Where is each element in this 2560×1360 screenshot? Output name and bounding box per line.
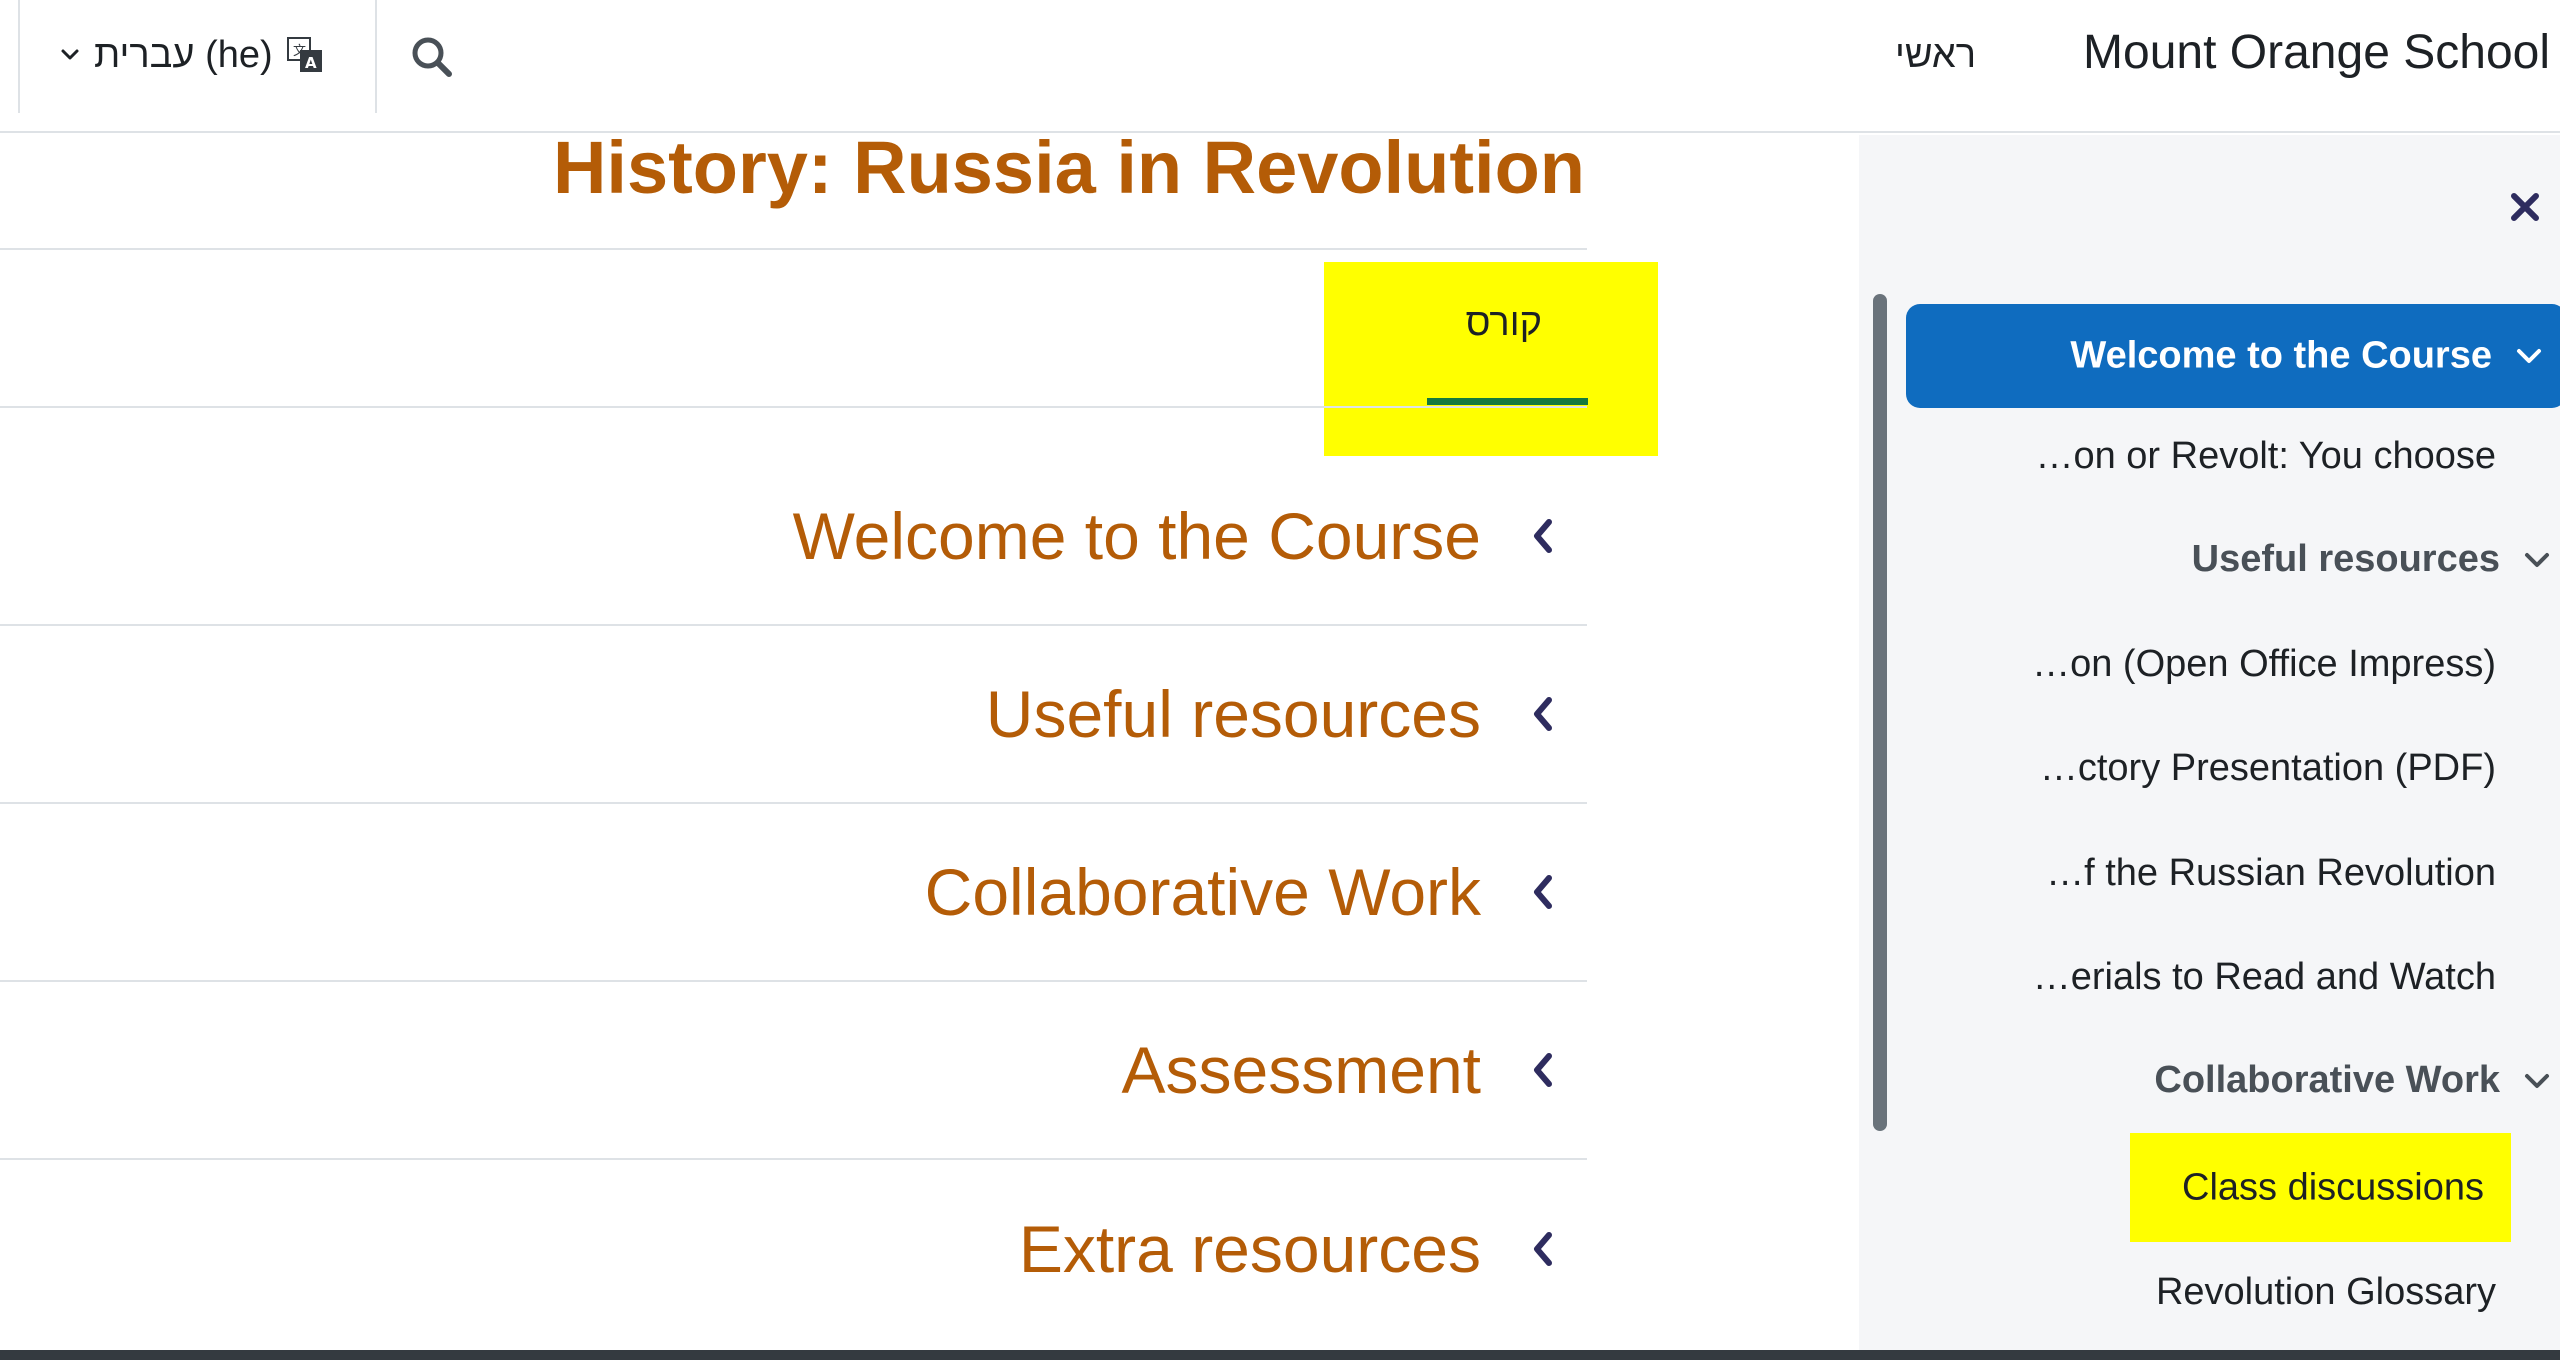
section-label: Collaborative Work (2154, 1059, 2500, 1101)
course-section[interactable]: Extra resources (0, 1160, 1587, 1338)
item-label: Class discussions (2182, 1166, 2484, 1208)
site-name[interactable]: Mount Orange School (2083, 25, 2550, 80)
course-index-item[interactable]: …ctory Presentation (PDF) (2040, 747, 2496, 790)
course-section[interactable]: Useful resources (0, 626, 1587, 804)
language-menu[interactable]: עברית (he) 文 A (58, 30, 325, 80)
page-title: History: Russia in Revolution (552, 126, 1585, 209)
chevron-left-icon[interactable] (1525, 870, 1561, 914)
course-section[interactable]: Welcome to the Course (0, 448, 1587, 626)
course-index-item-highlighted[interactable]: Class discussions (2130, 1133, 2511, 1242)
course-index-section[interactable]: Collaborative Work (2154, 1059, 2560, 1102)
course-section[interactable]: Collaborative Work (0, 804, 1587, 982)
section-title[interactable]: Collaborative Work (925, 854, 1481, 930)
section-title[interactable]: Extra resources (1019, 1211, 1481, 1287)
language-label: עברית (he) (94, 33, 273, 76)
navbar-divider (375, 0, 377, 113)
course-index-section-active[interactable]: Welcome to the Course (1906, 304, 2560, 408)
course-index-item[interactable]: …on or Revolt: You choose (2035, 435, 2496, 478)
section-label: Useful resources (2191, 538, 2500, 580)
svg-text:A: A (305, 54, 317, 72)
course-index-section[interactable]: Useful resources (2192, 538, 2560, 581)
course-index-drawer: Welcome to the Course …on or Revolt: You… (1859, 135, 2560, 1350)
search-icon[interactable] (405, 30, 461, 86)
chevron-down-icon[interactable] (2522, 548, 2552, 572)
chevron-left-icon[interactable] (1525, 1227, 1561, 1271)
chevron-left-icon[interactable] (1525, 692, 1561, 736)
chevron-down-icon[interactable] (2522, 1069, 2552, 1093)
course-index-item[interactable]: …erials to Read and Watch (2033, 956, 2496, 999)
scrollbar[interactable] (1873, 294, 1887, 1131)
divider (0, 248, 1587, 250)
active-tab-indicator (1427, 398, 1588, 405)
section-label: Welcome to the Course (2070, 334, 2492, 377)
course-index-item[interactable]: Revolution Glossary (2156, 1271, 2496, 1314)
bottom-bar (0, 1350, 2560, 1360)
language-icon: 文 A (286, 37, 322, 72)
tab-label: קורס (1465, 302, 1542, 344)
chevron-left-icon[interactable] (1525, 514, 1561, 558)
section-title[interactable]: Useful resources (986, 676, 1481, 752)
tab-course[interactable]: קורס (1324, 262, 1658, 456)
top-navbar: Mount Orange School ראשי עברית (he) 文 A (0, 0, 2560, 133)
course-section[interactable]: Assessment (0, 982, 1587, 1160)
chevron-left-icon[interactable] (1525, 1048, 1561, 1092)
section-title[interactable]: Welcome to the Course (793, 498, 1481, 574)
course-index-item[interactable]: …f the Russian Revolution (2046, 852, 2496, 895)
course-index-item[interactable]: …on (Open Office Impress) (2032, 643, 2496, 686)
navbar-divider (18, 0, 20, 113)
nav-home-link[interactable]: ראשי (1895, 34, 1976, 77)
chevron-down-icon[interactable] (2514, 344, 2544, 368)
section-title[interactable]: Assessment (1122, 1032, 1481, 1108)
divider (0, 406, 1587, 408)
chevron-down-icon (61, 49, 79, 60)
close-icon[interactable] (2506, 188, 2544, 226)
